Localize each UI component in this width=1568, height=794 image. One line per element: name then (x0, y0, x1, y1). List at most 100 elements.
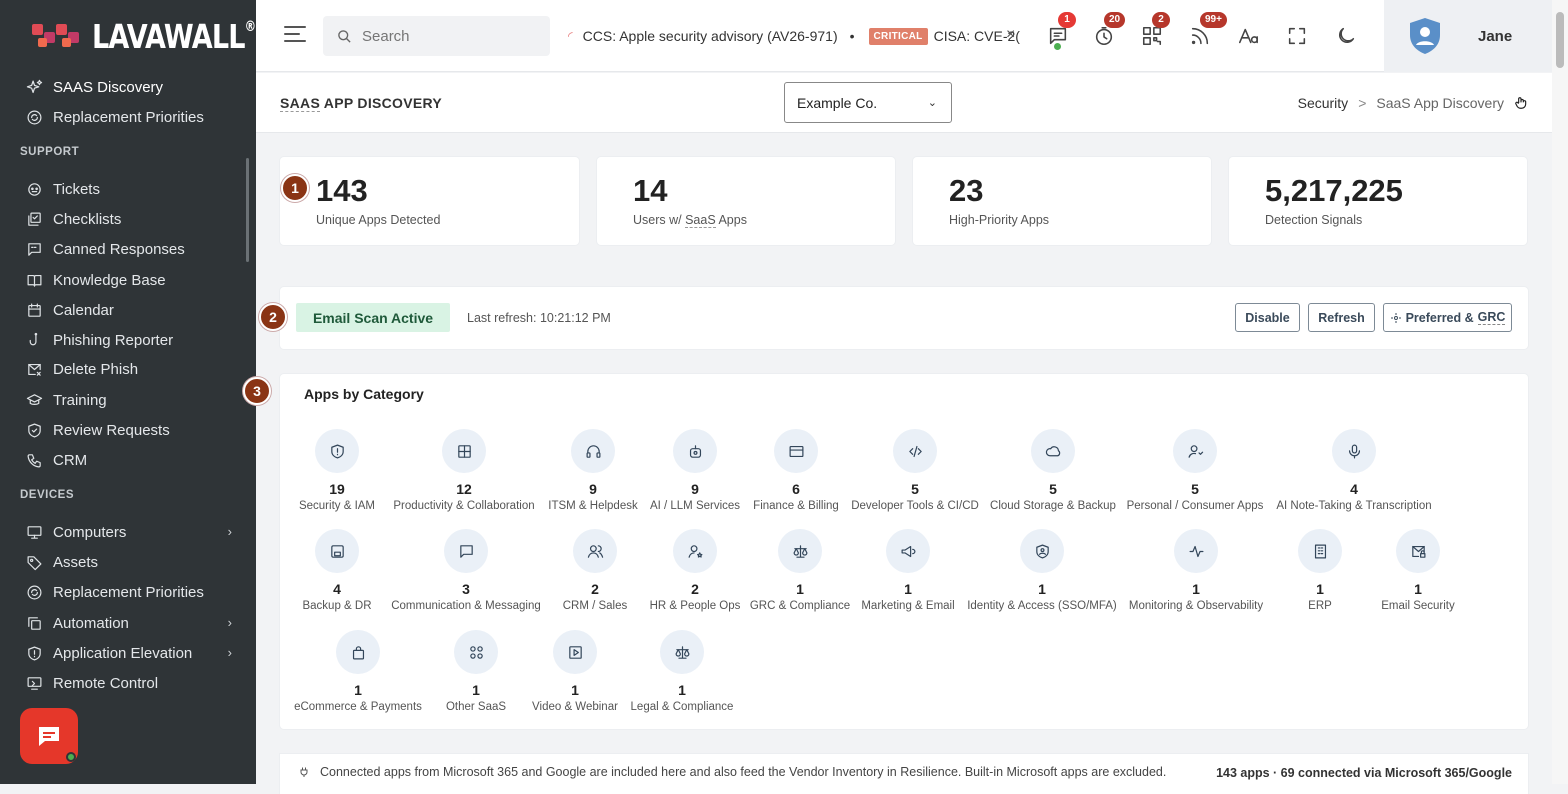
lavawall-logo-icon (32, 24, 79, 47)
building-icon (1298, 529, 1342, 573)
chevron-right-icon: › (227, 524, 232, 539)
save-icon (315, 529, 359, 573)
fullscreen-button[interactable] (1283, 22, 1311, 50)
sidebar-item-label: Checklists (53, 210, 122, 228)
code-icon (893, 429, 937, 473)
timer-button[interactable]: 20 (1090, 12, 1126, 50)
notification-badge: 20 (1104, 12, 1126, 28)
sidebar-item-saas-discovery[interactable]: SAAS Discovery (0, 73, 256, 101)
company-select[interactable]: Example Co. ⌄ (784, 82, 952, 123)
id-shield-icon (1020, 529, 1064, 573)
email-scan-card: Email Scan Active Last refresh: 10:21:12… (280, 287, 1528, 349)
sidebar-item-replacement-priorities[interactable]: Replacement Priorities (0, 103, 256, 131)
online-status-dot (66, 752, 76, 762)
refresh-button[interactable]: Refresh (1308, 303, 1375, 332)
category-count: 1 (1414, 581, 1422, 597)
category-name: Email Security (1381, 600, 1455, 612)
page-scrollbar[interactable] (1552, 0, 1568, 784)
breadcrumb-current: SaaS App Discovery (1376, 95, 1504, 111)
category-item[interactable]: 1 Identity & Access (SSO/MFA) (962, 529, 1122, 612)
scale-icon (660, 630, 704, 674)
sidebar-item-phishing-reporter[interactable]: Phishing Reporter (0, 326, 256, 354)
sparkle-icon (25, 78, 43, 96)
screen-icon (25, 674, 43, 692)
section-title: Apps by Category (304, 386, 424, 402)
sidebar-item-knowledge-base[interactable]: Knowledge Base (0, 266, 256, 294)
sidebar-item-crm[interactable]: CRM (0, 446, 256, 474)
sidebar-item-canned-responses[interactable]: Canned Responses (0, 235, 256, 263)
sidebar-item-label: Replacement Priorities (53, 583, 204, 601)
top-bar: ◜ CCS: Apple security advisory (AV26-971… (256, 0, 1568, 72)
settings-icon (1390, 312, 1401, 323)
sidebar-item-automation[interactable]: Automation › (0, 609, 256, 637)
apps-by-category-card: Apps by Category 19 Security & IAM 12 Produ… (280, 374, 1528, 729)
category-item[interactable]: 5 Developer Tools & CI/CD (835, 429, 995, 512)
sidebar-item-assets[interactable]: Assets (0, 548, 256, 576)
sidebar-item-delete-phish[interactable]: Delete Phish (0, 355, 256, 383)
news-ticker[interactable]: ◜ CCS: Apple security advisory (AV26-971… (568, 24, 1023, 48)
shield-icon (25, 644, 43, 662)
breadcrumb-parent[interactable]: Security (1298, 95, 1349, 111)
sidebar-item-training[interactable]: Training (0, 386, 256, 414)
scrollbar-thumb[interactable] (1556, 12, 1564, 68)
sidebar-item-computers[interactable]: Computers › (0, 518, 256, 546)
sidebar-item-checklists[interactable]: Checklists (0, 205, 256, 233)
dark-mode-button[interactable] (1332, 22, 1360, 50)
megaphone-icon (886, 529, 930, 573)
notification-badge: 2 (1152, 12, 1170, 28)
ticker-close-button[interactable]: × (1006, 26, 1015, 44)
category-item[interactable]: 4 AI Note-Taking & Transcription (1274, 429, 1434, 512)
sidebar-item-label: SAAS Discovery (53, 78, 164, 96)
user-name: Jane (1478, 27, 1513, 45)
messages-button[interactable]: 1 (1044, 12, 1076, 50)
ticker-item[interactable]: CCS: Apple security advisory (AV26-971) (583, 28, 838, 44)
fullscreen-icon (1288, 27, 1306, 45)
category-count: 5 (1191, 481, 1199, 497)
notification-badge: 99+ (1200, 12, 1227, 28)
sidebar-item-calendar[interactable]: Calendar (0, 296, 256, 324)
search-input[interactable] (362, 27, 532, 45)
qr-code-icon (1142, 26, 1162, 46)
category-item[interactable]: 5 Personal / Consumer Apps (1115, 429, 1275, 512)
user-menu[interactable]: Jane (1384, 0, 1568, 72)
timer-icon (1095, 26, 1113, 46)
sidebar-item-label: Replacement Priorities (53, 108, 204, 126)
sidebar-item-application-elevation[interactable]: Application Elevation › (0, 639, 256, 667)
sidebar-item-replacement-priorities-devices[interactable]: Replacement Priorities (0, 578, 256, 606)
play-icon (553, 630, 597, 674)
menu-toggle-icon[interactable] (284, 26, 306, 46)
sidebar-item-remote-control[interactable]: Remote Control (0, 669, 256, 697)
feeds-button[interactable]: 99+ (1186, 12, 1227, 50)
stat-value: 23 (949, 173, 984, 208)
step-marker-2: 2 (259, 303, 287, 331)
sidebar-item-review-requests[interactable]: Review Requests (0, 416, 256, 444)
scale-icon (778, 529, 822, 573)
sidebar-item-tickets[interactable]: Tickets (0, 175, 256, 203)
qr-button[interactable]: 2 (1138, 12, 1170, 50)
font-size-icon (1238, 28, 1258, 44)
chat-button[interactable] (20, 708, 78, 764)
chat-icon (444, 529, 488, 573)
graduation-cap-icon (25, 391, 43, 409)
sidebar-item-label: CRM (53, 451, 88, 469)
font-size-button[interactable] (1234, 22, 1262, 50)
category-item[interactable]: 1 Email Security (1338, 529, 1498, 612)
sidebar-item-label: Computers (53, 523, 127, 541)
step-marker-1: 1 (281, 174, 309, 202)
preferred-grc-button[interactable]: Preferred & GRC (1383, 303, 1512, 332)
brand-logo[interactable]: LAVAWALL® (30, 14, 256, 58)
disable-button[interactable]: Disable (1235, 303, 1300, 332)
notification-badge: 1 (1058, 12, 1076, 28)
sidebar-item-label: Phishing Reporter (53, 331, 174, 349)
copy-icon (25, 614, 43, 632)
stat-label: Detection Signals (1265, 213, 1363, 227)
headset-icon (571, 429, 615, 473)
sidebar-scrollbar[interactable] (246, 158, 249, 262)
sidebar-item-label: Delete Phish (53, 360, 139, 378)
category-name: Developer Tools & CI/CD (851, 500, 979, 512)
sidebar-item-label: Tickets (53, 180, 100, 198)
category-item[interactable]: 5 Cloud Storage & Backup (973, 429, 1133, 512)
category-item[interactable]: 1 Legal & Compliance (602, 630, 762, 713)
search-box[interactable] (323, 16, 550, 56)
stat-label: Users w/ SaaS Apps (633, 213, 747, 228)
